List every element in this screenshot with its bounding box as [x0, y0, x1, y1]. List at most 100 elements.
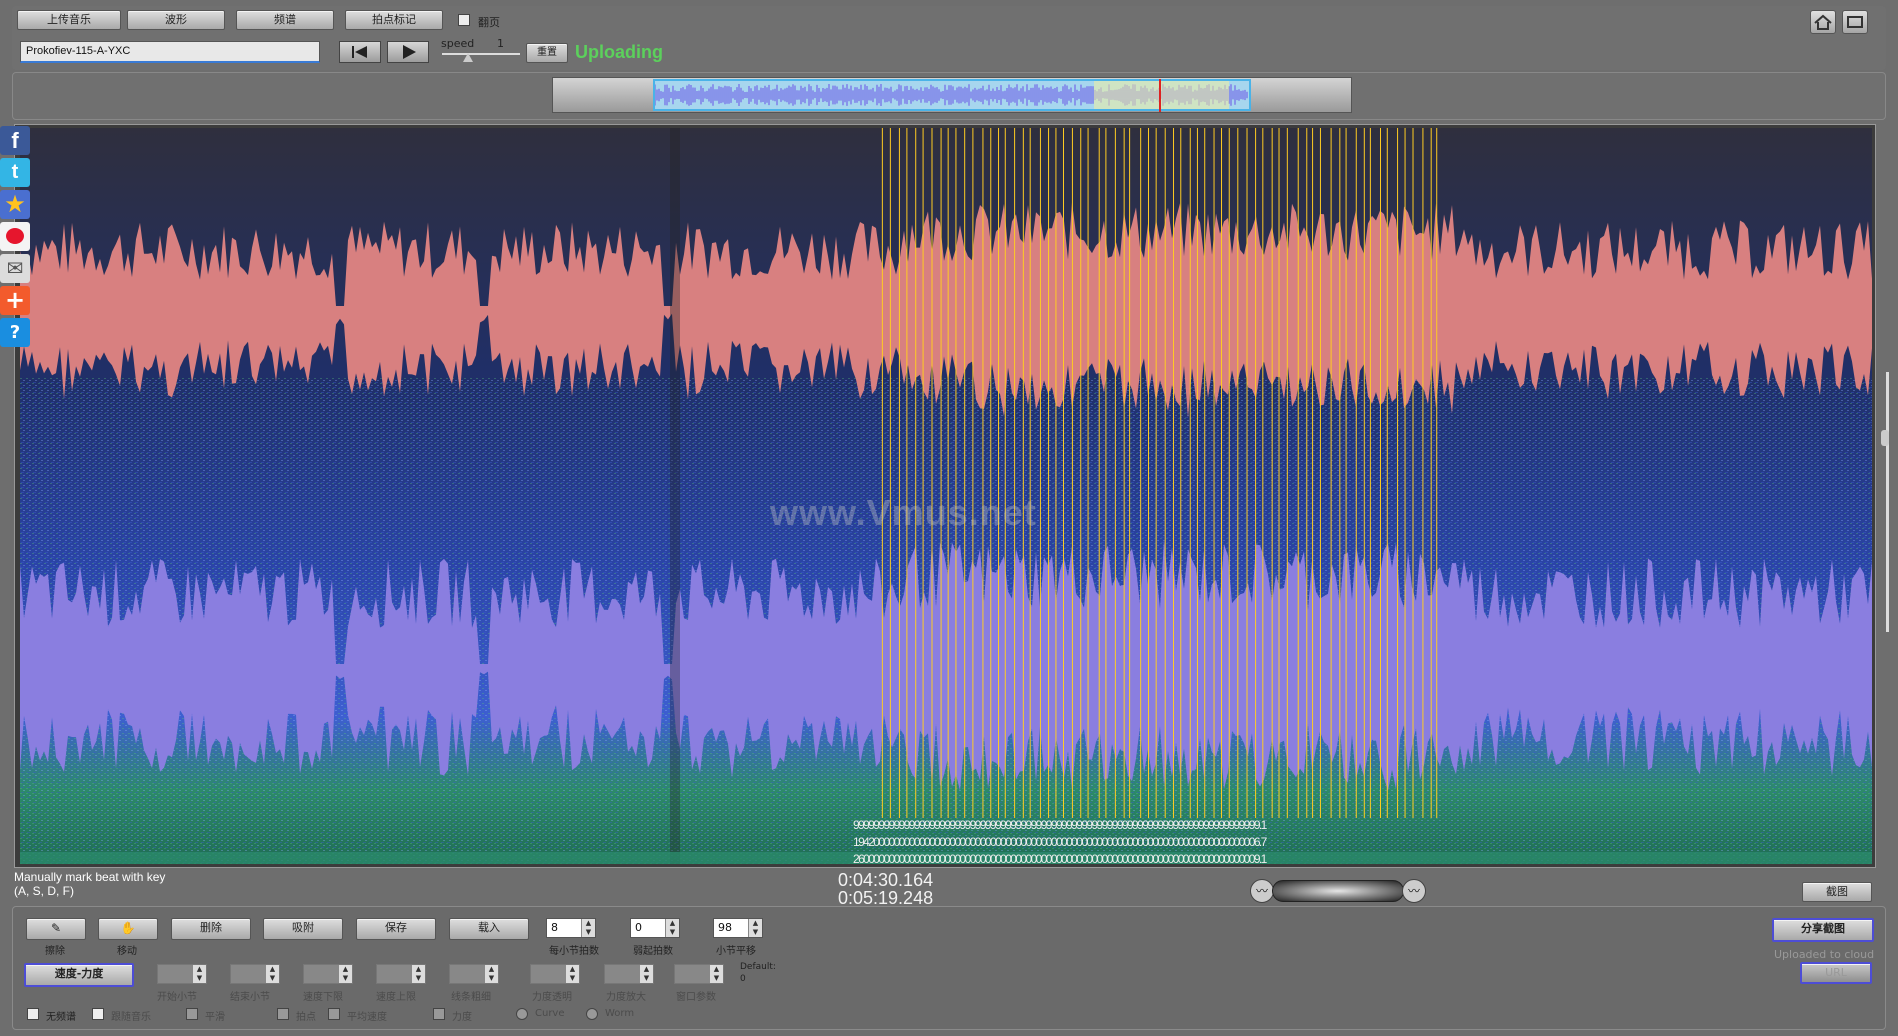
dyn-zoom-label: 力度放大 [606, 992, 646, 1003]
speed-slider-track[interactable] [442, 53, 520, 55]
help-icon: ? [9, 322, 21, 343]
prev-button[interactable] [339, 41, 381, 63]
overview-playhead[interactable] [1159, 79, 1161, 112]
share-screenshot-button[interactable]: 分享截图 [1772, 918, 1874, 942]
vertical-scrollbar[interactable] [1886, 372, 1889, 632]
window-param-label: 窗口参数 [676, 992, 716, 1003]
weibo-icon [6, 228, 24, 244]
watermark: www.Vmus.net [770, 492, 1037, 533]
pickup-beats-label: 弱起拍数 [633, 946, 673, 957]
upload-status: Uploading [575, 42, 663, 62]
spinner-arrows-icon[interactable]: ▲ ▼ [338, 965, 352, 983]
dyn-transparency-input[interactable]: ▲ ▼ [530, 964, 580, 984]
share-plus-button[interactable]: + [0, 286, 30, 315]
default-label: Default: [740, 962, 776, 972]
save-button[interactable]: 保存 [356, 918, 436, 940]
spinner-arrows-icon[interactable]: ▲ ▼ [748, 919, 762, 937]
plus-icon: + [4, 286, 26, 314]
curve-label: Curve [535, 1008, 565, 1019]
no-spectrum-checkbox[interactable] [27, 1008, 39, 1020]
prev-icon [352, 46, 354, 58]
pickup-beats-value: 0 [635, 921, 642, 934]
beats-checkbox[interactable] [277, 1008, 289, 1020]
follow-music-label: 跟随音乐 [111, 1012, 151, 1023]
tempo-max-label: 速度上限 [376, 992, 416, 1003]
beat-labels-row-1: 9999999999999999999999999999999999999999… [853, 818, 1267, 832]
move-tool-button[interactable]: ✋ [98, 918, 158, 940]
line-thickness-input[interactable]: ▲ ▼ [449, 964, 499, 984]
scroll-knob[interactable] [1881, 430, 1889, 446]
smooth-label: 平滑 [205, 1012, 225, 1023]
spinner-arrows-icon[interactable]: ▲ ▼ [484, 965, 498, 983]
avg-tempo-checkbox[interactable] [328, 1008, 340, 1020]
favorite-button[interactable]: ★ [0, 190, 30, 219]
dynamics-checkbox[interactable] [433, 1008, 445, 1020]
uploaded-status: Uploaded to cloud [1774, 948, 1875, 961]
tempo-dynamics-button[interactable]: 速度-力度 [24, 963, 134, 987]
spinner-arrows-icon[interactable]: ▲ ▼ [581, 919, 595, 937]
spinner-arrows-icon[interactable]: ▲ ▼ [265, 965, 279, 983]
zoom-slider[interactable] [1272, 880, 1404, 902]
url-button[interactable]: URL [1800, 962, 1872, 984]
app-window: 上传音乐 波形 频谱 拍点标记 翻页 Prokofiev-115-A-YXC s… [0, 0, 1898, 1036]
window-param-input[interactable]: ▲ ▼ [674, 964, 724, 984]
play-icon [403, 45, 416, 59]
hint-line-2: (A, S, D, F) [14, 884, 74, 898]
play-button[interactable] [387, 41, 429, 63]
page-turn-checkbox[interactable] [458, 14, 470, 26]
worm-label: Worm [605, 1008, 635, 1019]
reset-button[interactable]: 重置 [526, 43, 568, 63]
worm-radio[interactable] [586, 1008, 598, 1020]
tempo-min-input[interactable]: ▲ ▼ [303, 964, 353, 984]
curve-radio[interactable] [516, 1008, 528, 1020]
pickup-beats-input[interactable]: 0 ▲ ▼ [630, 918, 680, 938]
spectrum-button[interactable]: 频谱 [236, 10, 334, 30]
snap-button[interactable]: 吸附 [263, 918, 343, 940]
smooth-checkbox[interactable] [186, 1008, 198, 1020]
spinner-arrows-icon[interactable]: ▲ ▼ [639, 965, 653, 983]
zoom-in-button[interactable]: 〰 [1402, 879, 1426, 903]
end-bar-label: 结束小节 [230, 992, 270, 1003]
screenshot-button[interactable]: 截图 [1802, 882, 1872, 902]
file-name-field[interactable]: Prokofiev-115-A-YXC [20, 41, 320, 63]
zoom-out-button[interactable]: 〰 [1250, 879, 1274, 903]
beat-key-hint: Manually mark beat with key (A, S, D, F) [14, 870, 165, 898]
upload-music-button[interactable]: 上传音乐 [17, 10, 121, 30]
bar-shift-input[interactable]: 98 ▲ ▼ [713, 918, 763, 938]
speed-slider-thumb[interactable] [463, 53, 473, 62]
erase-tool-button[interactable]: ✎ [26, 918, 86, 940]
home-button[interactable] [1810, 10, 1836, 34]
spinner-arrows-icon[interactable]: ▲ ▼ [709, 965, 723, 983]
beat-mark-button[interactable]: 拍点标记 [345, 10, 443, 30]
zoom-out-icon: 〰 [1255, 884, 1268, 898]
no-spectrum-label: 无频谱 [46, 1012, 76, 1023]
beats-label: 拍点 [296, 1012, 316, 1023]
spinner-arrows-icon[interactable]: ▲ ▼ [565, 965, 579, 983]
tempo-max-input[interactable]: ▲ ▼ [376, 964, 426, 984]
waveform-button[interactable]: 波形 [127, 10, 225, 30]
start-bar-input[interactable]: ▲ ▼ [157, 964, 207, 984]
dynamics-label: 力度 [452, 1012, 472, 1023]
follow-music-checkbox[interactable] [92, 1008, 104, 1020]
page-turn-label: 翻页 [478, 16, 500, 29]
spinner-arrows-icon[interactable]: ▲ ▼ [665, 919, 679, 937]
twitter-button[interactable]: t [0, 158, 30, 187]
bar-shift-label: 小节平移 [716, 946, 756, 957]
erase-label: 擦除 [45, 946, 65, 957]
facebook-button[interactable]: f [0, 126, 30, 155]
beats-per-bar-input[interactable]: 8 ▲ ▼ [546, 918, 596, 938]
spinner-arrows-icon[interactable]: ▲ ▼ [192, 965, 206, 983]
bar-shift-value: 98 [718, 921, 732, 934]
load-button[interactable]: 载入 [449, 918, 529, 940]
delete-button[interactable]: 删除 [171, 918, 251, 940]
home-icon [1814, 14, 1832, 30]
mail-button[interactable]: ✉ [0, 254, 30, 283]
spinner-arrows-icon[interactable]: ▲ ▼ [411, 965, 425, 983]
weibo-button[interactable] [0, 222, 30, 251]
end-bar-input[interactable]: ▲ ▼ [230, 964, 280, 984]
dyn-zoom-input[interactable]: ▲ ▼ [604, 964, 654, 984]
fullscreen-button[interactable] [1842, 10, 1868, 34]
help-button[interactable]: ? [0, 318, 30, 347]
tempo-min-label: 速度下限 [303, 992, 343, 1003]
beats-per-bar-label: 每小节拍数 [549, 946, 599, 957]
